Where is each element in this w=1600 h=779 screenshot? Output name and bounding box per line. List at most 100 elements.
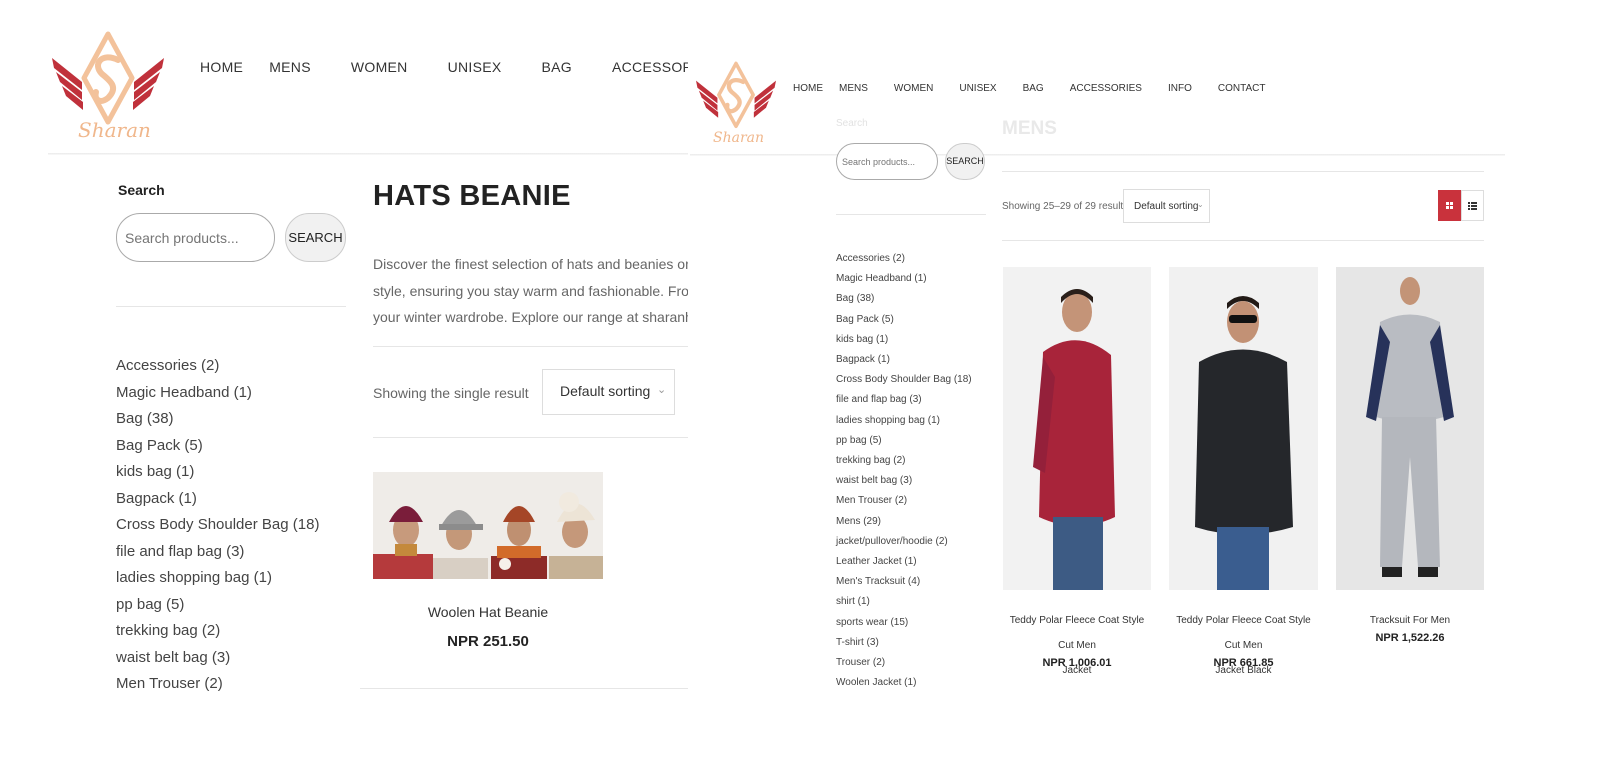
product-image[interactable] [1003,267,1151,590]
category-item[interactable]: Trouser (2) [836,653,972,673]
category-item[interactable]: kids bag (1) [116,459,319,486]
sort-value: Default sorting [560,383,651,399]
category-item[interactable]: Accessories (2) [116,353,319,380]
category-item[interactable]: Bagpack (1) [836,350,972,370]
category-item[interactable]: pp bag (5) [116,592,319,619]
category-item[interactable]: Cross Body Shoulder Bag (18) [116,512,319,539]
header-divider [48,153,688,155]
description-line: Discover the finest selection of hats an… [373,256,688,272]
category-item[interactable]: T-shirt (3) [836,633,972,653]
hat-models-photo-icon [373,472,603,579]
product-image[interactable] [373,472,603,579]
left-page-screenshot: Sharan HOME MENS WOMEN UNISEX BAG ACCESS… [48,20,688,760]
sidebar-divider [836,214,986,215]
category-item[interactable]: Bag Pack (5) [116,433,319,460]
category-item[interactable]: Bag (38) [836,289,972,309]
nav-mens[interactable]: MENS [839,83,868,94]
description-line: your winter wardrobe. Explore our range … [373,309,688,325]
toolbar-divider [1002,240,1484,241]
black-jacket-photo-icon [1169,267,1318,590]
logo-wordmark: Sharan [78,118,151,142]
category-item[interactable]: pp bag (5) [836,431,972,451]
nav-accessories[interactable]: ACCESSORIES [612,59,688,75]
category-item[interactable]: waist belt bag (3) [116,645,319,672]
category-item[interactable]: Cross Body Shoulder Bag (18) [836,370,972,390]
category-item[interactable]: ladies shopping bag (1) [116,565,319,592]
list-icon [1468,202,1477,210]
category-item[interactable]: Men Trouser (2) [836,491,972,511]
nav-women[interactable]: WOMEN [894,83,933,94]
list-view-button[interactable] [1461,190,1484,221]
category-item[interactable]: trekking bag (2) [836,451,972,471]
tracksuit-photo-icon [1336,267,1484,590]
category-description: Discover the finest selection of hats an… [373,251,688,331]
toolbar-divider [373,437,688,438]
product-title-line: Tracksuit For Men [1369,615,1451,626]
category-list: Accessories (2) Magic Headband (1) Bag (… [836,249,972,693]
result-count: Showing the single result [373,385,529,401]
category-item[interactable]: trekking bag (2) [116,618,319,645]
category-item[interactable]: Magic Headband (1) [836,269,972,289]
nav-contact[interactable]: CONTACT [1218,83,1266,94]
category-item[interactable]: Woolen Jacket (1) [836,673,972,693]
product-price: NPR 251.50 [447,633,529,650]
category-item[interactable]: sports wear (15) [836,613,972,633]
nav-home[interactable]: HOME [793,83,823,94]
category-item[interactable]: ladies shopping bag (1) [836,411,972,431]
nav-unisex[interactable]: UNISEX [448,59,502,75]
product-title[interactable]: Teddy Polar Fleece Coat Style Cut Men Ja… [1169,608,1318,683]
header-divider [690,154,1505,156]
category-item[interactable]: file and flap bag (3) [116,539,319,566]
red-jacket-photo-icon [1003,267,1151,590]
category-item[interactable]: Mens (29) [836,512,972,532]
main-nav: HOME MENS WOMEN UNISEX BAG ACCESSORIES [200,59,688,75]
search-button[interactable]: SEARCH [945,143,985,180]
right-page-screenshot: Sharan HOME MENS WOMEN UNISEX BAG ACCESS… [690,50,1505,760]
category-item[interactable]: shirt (1) [836,592,972,612]
category-item[interactable]: Men Trouser (2) [116,671,319,698]
product-image[interactable] [1336,267,1484,590]
category-item[interactable]: file and flap bag (3) [836,390,972,410]
product-price: NPR 1,522.26 [1375,632,1445,644]
sort-select[interactable]: Default sorting ⌄ [542,369,675,415]
category-item[interactable]: Leather Jacket (1) [836,552,972,572]
product-title[interactable]: Teddy Polar Fleece Coat Style Cut Men Ja… [1003,608,1151,683]
result-count: Showing 25–29 of 29 results [1002,201,1129,212]
nav-home[interactable]: HOME [200,59,243,75]
nav-accessories[interactable]: ACCESSORIES [1070,83,1142,94]
nav-mens[interactable]: MENS [269,59,311,75]
description-line: style, ensuring you stay warm and fashio… [373,282,688,299]
product-title[interactable]: Tracksuit For Men [1336,608,1484,633]
logo-wordmark: Sharan [713,130,765,146]
category-item[interactable]: Bag (38) [116,406,319,433]
category-item[interactable]: waist belt bag (3) [836,471,972,491]
category-item[interactable]: Bagpack (1) [116,486,319,513]
product-title-line: Teddy Polar Fleece Coat Style Cut Men [1009,615,1145,651]
category-item[interactable]: jacket/pullover/hoodie (2) [836,532,972,552]
search-heading: Search [118,182,165,198]
sort-select[interactable]: Default sorting ⌄ [1123,189,1210,223]
category-item[interactable]: Magic Headband (1) [116,380,319,407]
product-price: NPR 661.85 [1213,657,1274,669]
main-nav: HOME MENS WOMEN UNISEX BAG ACCESSORIES I… [793,83,1265,94]
category-item[interactable]: kids bag (1) [836,330,972,350]
search-button[interactable]: SEARCH [285,213,346,262]
category-item[interactable]: Bag Pack (5) [836,310,972,330]
nav-women[interactable]: WOMEN [351,59,408,75]
search-input[interactable] [116,213,275,262]
product-price: NPR 1,006.01 [1042,657,1112,669]
nav-bag[interactable]: BAG [1023,83,1044,94]
content-divider [1002,171,1484,172]
product-title[interactable]: Woolen Hat Beanie [373,604,603,620]
category-item[interactable]: Accessories (2) [836,249,972,269]
grid-view-button[interactable] [1438,190,1461,221]
nav-unisex[interactable]: UNISEX [959,83,996,94]
search-input[interactable] [836,143,938,180]
sort-value: Default sorting [1134,201,1199,212]
nav-bag[interactable]: BAG [542,59,572,75]
page-title: MENS [1002,118,1057,139]
product-image[interactable] [1169,267,1318,590]
chevron-down-icon: ⌄ [1197,200,1204,209]
nav-info[interactable]: INFO [1168,83,1192,94]
category-item[interactable]: Men's Tracksuit (4) [836,572,972,592]
